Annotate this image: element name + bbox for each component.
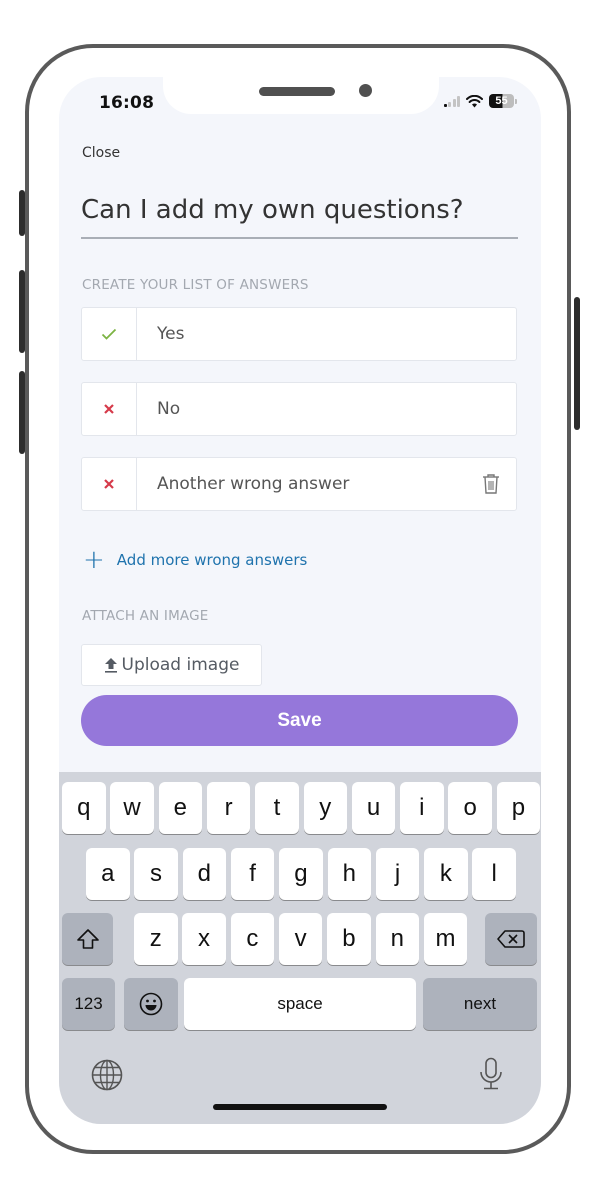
key-r[interactable]: r <box>206 782 251 834</box>
key-m[interactable]: m <box>423 913 468 965</box>
image-section-label: ATTACH AN IMAGE <box>82 608 209 624</box>
delete-answer-button[interactable] <box>466 458 516 510</box>
answers-section-label: CREATE YOUR LIST OF ANSWERS <box>82 277 309 293</box>
key-backspace[interactable] <box>485 913 537 965</box>
key-x[interactable]: x <box>182 913 226 965</box>
upload-icon <box>104 658 117 673</box>
key-numbers[interactable]: 123 <box>62 978 115 1030</box>
save-button[interactable]: Save <box>81 695 518 746</box>
key-i[interactable]: i <box>400 782 444 834</box>
check-icon <box>101 328 117 340</box>
upload-image-button[interactable]: Upload image <box>81 644 262 686</box>
correct-toggle[interactable] <box>82 308 137 360</box>
key-o[interactable]: o <box>448 782 492 834</box>
key-v[interactable]: v <box>278 913 323 965</box>
key-space[interactable]: space <box>184 978 416 1030</box>
cellular-signal-icon <box>443 95 460 107</box>
answer-row-wrong: Another wrong answer <box>81 457 517 511</box>
status-icons: 55 <box>443 94 517 108</box>
screen: 16:08 55 Close CREATE YOUR LIST OF ANSWE… <box>59 77 541 1124</box>
key-t[interactable]: t <box>255 782 299 834</box>
key-u[interactable]: u <box>351 782 396 834</box>
status-time: 16:08 <box>99 93 155 113</box>
wifi-icon <box>466 94 483 107</box>
question-input[interactable] <box>81 195 518 239</box>
key-f[interactable]: f <box>230 848 275 900</box>
notch <box>163 77 439 114</box>
emoji-icon <box>139 992 163 1016</box>
microphone-icon[interactable] <box>479 1057 503 1091</box>
key-q[interactable]: q <box>62 782 106 834</box>
key-j[interactable]: j <box>375 848 420 900</box>
key-g[interactable]: g <box>279 848 323 900</box>
key-l[interactable]: l <box>472 848 516 900</box>
backspace-icon <box>497 930 525 948</box>
key-n[interactable]: n <box>375 913 419 965</box>
x-icon <box>104 479 114 489</box>
answer-row-wrong: No <box>81 382 517 436</box>
power-button <box>574 297 580 430</box>
home-indicator[interactable] <box>213 1104 387 1110</box>
battery-level: 55 <box>489 94 514 108</box>
key-z[interactable]: z <box>134 913 178 965</box>
answer-row-correct: Yes <box>81 307 517 361</box>
add-more-wrong-answers-button[interactable]: + Add more wrong answers <box>83 547 307 573</box>
key-next[interactable]: next <box>423 978 537 1030</box>
key-y[interactable]: y <box>303 782 347 834</box>
key-d[interactable]: d <box>182 848 227 900</box>
answer-input[interactable]: Yes <box>137 308 516 360</box>
close-button[interactable]: Close <box>82 145 120 161</box>
trash-icon <box>483 474 499 494</box>
key-p[interactable]: p <box>496 782 541 834</box>
key-k[interactable]: k <box>424 848 468 900</box>
answer-input[interactable]: No <box>137 383 516 435</box>
battery-icon: 55 <box>489 94 517 108</box>
key-emoji[interactable] <box>124 978 178 1030</box>
globe-icon[interactable] <box>91 1059 123 1091</box>
key-b[interactable]: b <box>327 913 371 965</box>
keyboard: qwertyuiop asdfghjkl zxcvbnm 123 space n… <box>59 772 541 1124</box>
key-shift[interactable] <box>62 913 113 965</box>
answer-input[interactable]: Another wrong answer <box>137 458 466 510</box>
add-more-label: Add more wrong answers <box>116 551 308 569</box>
key-a[interactable]: a <box>86 848 130 900</box>
wrong-toggle[interactable] <box>82 383 137 435</box>
key-h[interactable]: h <box>327 848 371 900</box>
front-camera <box>359 84 372 97</box>
plus-icon: + <box>83 545 105 575</box>
key-s[interactable]: s <box>134 848 178 900</box>
upload-image-label: Upload image <box>121 655 240 675</box>
key-w[interactable]: w <box>110 782 154 834</box>
speaker-grille <box>259 87 335 96</box>
wrong-toggle[interactable] <box>82 458 137 510</box>
x-icon <box>104 404 114 414</box>
shift-icon <box>76 929 99 949</box>
key-c[interactable]: c <box>230 913 275 965</box>
key-e[interactable]: e <box>158 782 203 834</box>
